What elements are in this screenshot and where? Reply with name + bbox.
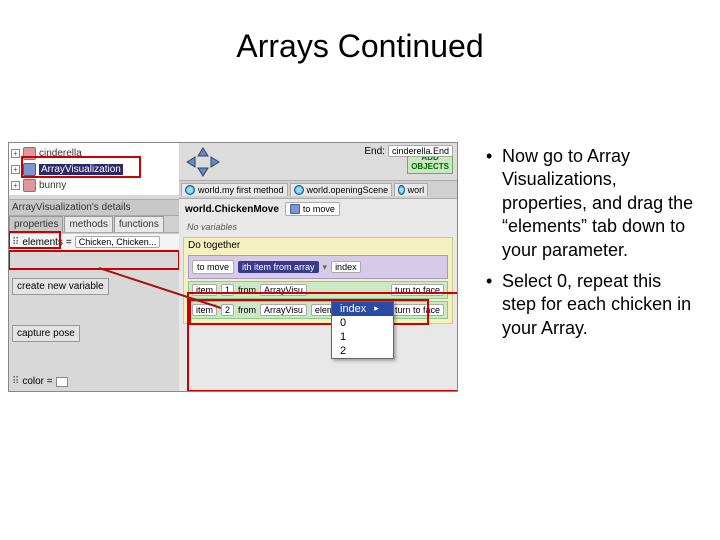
- index-dropdown[interactable]: index▸ 0 1 2: [331, 301, 394, 359]
- property-name: elements: [22, 237, 63, 248]
- object-icon: [23, 163, 36, 176]
- tree-item-bunny[interactable]: + bunny: [9, 177, 179, 193]
- item-index[interactable]: 2: [221, 304, 234, 316]
- tree-item-cinderella[interactable]: + cinderella: [9, 145, 179, 161]
- method-tab-label: worl: [408, 185, 425, 195]
- object-tree: + cinderella + ArrayVisualization + bunn…: [9, 143, 179, 195]
- index-tile[interactable]: index: [331, 261, 361, 273]
- method-tab-label: world.my first method: [198, 185, 284, 195]
- bullet-1: Now go to Array Visualizations, properti…: [486, 145, 694, 262]
- drag-handle-icon[interactable]: ⠿: [12, 237, 19, 248]
- code-row-1[interactable]: item 1 from ArrayVisu turn to face: [188, 281, 448, 299]
- item-label: item: [192, 284, 217, 296]
- expand-icon[interactable]: +: [11, 165, 20, 174]
- slide-title: Arrays Continued: [0, 0, 720, 85]
- ith-item-row[interactable]: to move ith item from array ▾ index: [188, 255, 448, 279]
- array-ref[interactable]: ArrayVisu: [260, 284, 307, 296]
- end-value[interactable]: cinderella.End: [388, 145, 453, 157]
- method-header: world.ChickenMove to move: [179, 199, 457, 219]
- method-tab-myfirstmethod[interactable]: world.my first method: [181, 183, 288, 196]
- details-tabs: properties methods functions: [9, 216, 179, 233]
- ith-item-tile[interactable]: ith item from array: [238, 261, 319, 273]
- array-ref[interactable]: ArrayVisu: [260, 304, 307, 316]
- to-move-chip[interactable]: to move: [192, 260, 234, 274]
- item-label: item: [192, 304, 217, 316]
- dropdown-item-1[interactable]: 1: [332, 330, 393, 344]
- tree-item-arrayvisualization[interactable]: + ArrayVisualization: [9, 161, 179, 177]
- alice-screenshot: + cinderella + ArrayVisualization + bunn…: [8, 142, 458, 392]
- color-swatch[interactable]: [56, 377, 68, 387]
- end-label: End:: [364, 146, 385, 157]
- tab-functions[interactable]: functions: [114, 216, 164, 232]
- param-label: to move: [303, 204, 335, 214]
- expand-icon[interactable]: +: [11, 181, 20, 190]
- color-property[interactable]: ⠿ color =: [9, 374, 179, 389]
- tree-label: bunny: [39, 180, 66, 191]
- method-tab-openingscene[interactable]: world.openingScene: [290, 183, 393, 196]
- do-together-block[interactable]: Do together to move ith item from array …: [183, 237, 453, 324]
- world-icon: [185, 185, 195, 195]
- expand-icon[interactable]: +: [11, 149, 20, 158]
- equals: =: [66, 237, 72, 248]
- tree-label: cinderella: [39, 148, 82, 159]
- object-icon: [23, 147, 36, 160]
- no-variables-label: No variables: [179, 219, 457, 235]
- method-name: world.ChickenMove: [185, 204, 279, 215]
- world-icon: [294, 185, 304, 195]
- tab-methods[interactable]: methods: [64, 216, 112, 232]
- instruction-bullets: Now go to Array Visualizations, properti…: [458, 85, 712, 348]
- dropdown-item-0[interactable]: 0: [332, 316, 393, 330]
- object-icon: [23, 179, 36, 192]
- method-parameter[interactable]: to move: [285, 202, 340, 216]
- property-elements[interactable]: ⠿ elements = Chicken, Chicken...: [9, 233, 179, 250]
- code-row-2[interactable]: item 2 from ArrayVisu elements ▾ turn to…: [188, 301, 448, 319]
- camera-arrows-icon[interactable]: [183, 146, 223, 178]
- drag-handle-icon[interactable]: ⠿: [12, 376, 19, 387]
- editor-pane: ADD OBJECTS End: cinderella.End world.my…: [179, 143, 457, 391]
- chevron-right-icon: ▸: [374, 303, 379, 315]
- from-label: from: [238, 285, 256, 295]
- world-icon: [398, 185, 404, 195]
- end-field: End: cinderella.End: [364, 145, 453, 157]
- do-together-label: Do together: [188, 240, 448, 253]
- tab-properties[interactable]: properties: [9, 216, 63, 232]
- dropdown-item-index[interactable]: index▸: [332, 302, 393, 316]
- tree-label: ArrayVisualization: [39, 164, 123, 175]
- capture-pose-button[interactable]: capture pose: [12, 325, 80, 342]
- bullet-2: Select 0, repeat this step for each chic…: [486, 270, 694, 340]
- method-tabs: world.my first method world.openingScene…: [179, 181, 457, 199]
- color-label: color =: [22, 376, 52, 387]
- method-tab-label: world.openingScene: [307, 185, 389, 195]
- create-new-variable-button[interactable]: create new variable: [12, 278, 109, 295]
- item-index[interactable]: 1: [221, 284, 234, 296]
- turn-to-face[interactable]: turn to face: [391, 304, 444, 316]
- method-tab-overflow[interactable]: worl: [394, 183, 428, 196]
- details-header: ArrayVisualization's details: [9, 199, 179, 216]
- from-label: from: [238, 305, 256, 315]
- turn-to-face[interactable]: turn to face: [391, 284, 444, 296]
- object-tree-panel: + cinderella + ArrayVisualization + bunn…: [9, 143, 179, 391]
- object-icon: [290, 204, 300, 214]
- dropdown-item-2[interactable]: 2: [332, 344, 393, 358]
- property-value[interactable]: Chicken, Chicken...: [75, 236, 161, 248]
